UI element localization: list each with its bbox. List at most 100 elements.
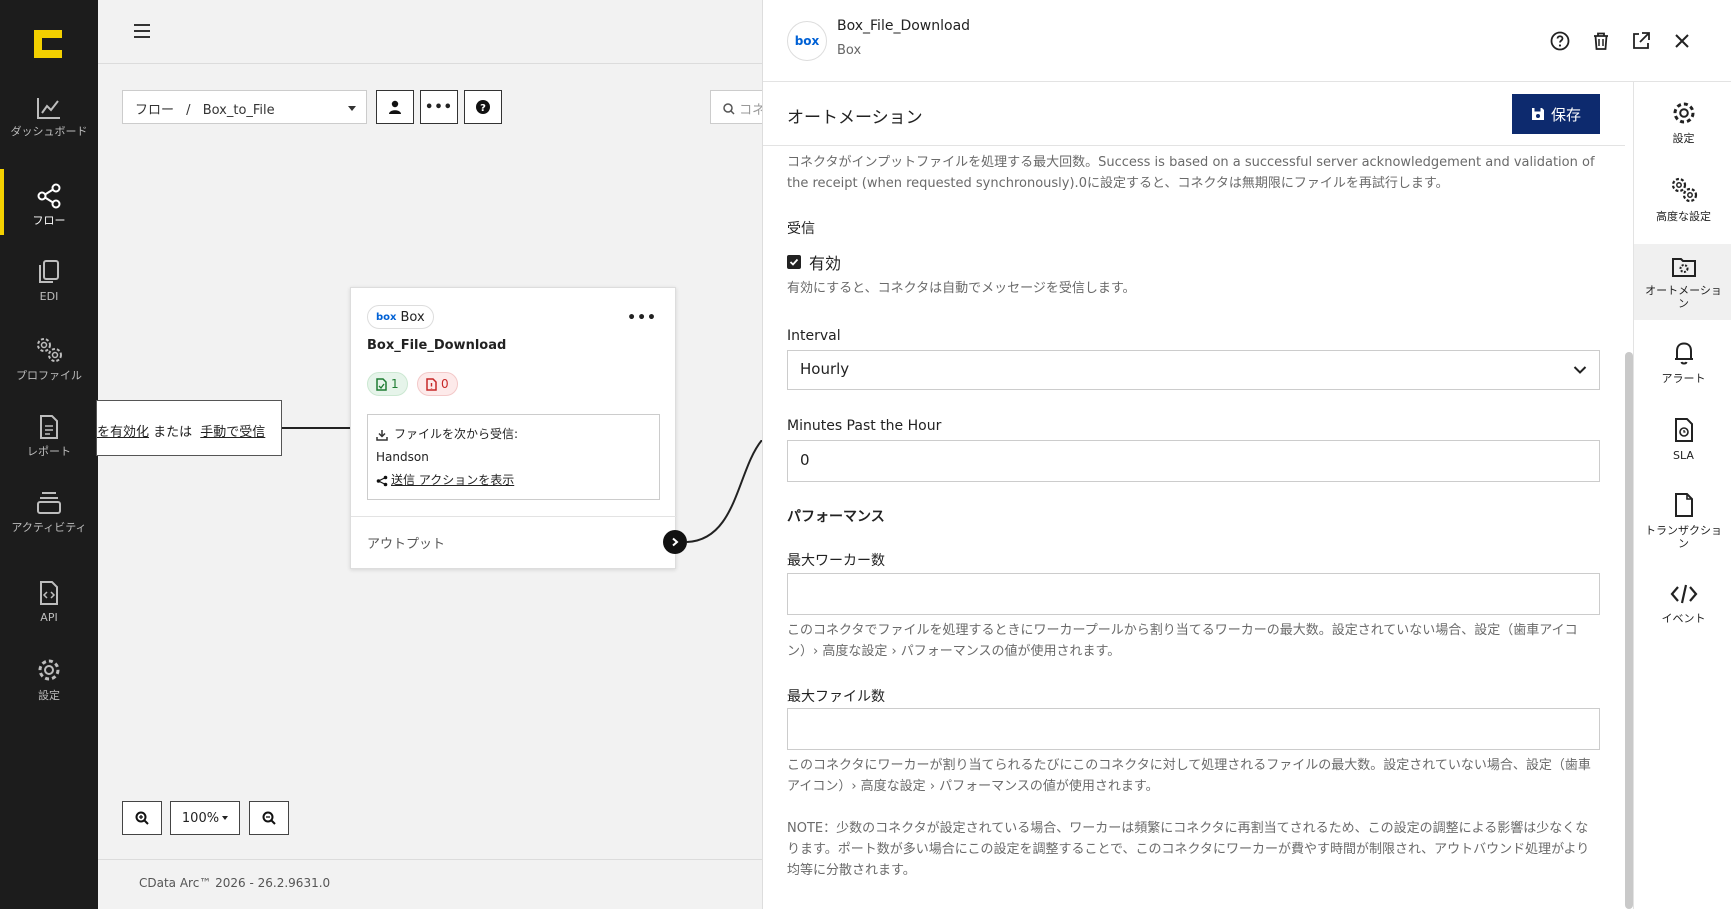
- receive-source: Handson: [376, 450, 429, 464]
- panel-scrollbar[interactable]: [1625, 352, 1633, 909]
- error-count: 0: [441, 377, 449, 391]
- nav-label: ダッシュボード: [10, 125, 88, 138]
- bell-icon: [1674, 342, 1693, 365]
- minutes-input[interactable]: 0: [787, 440, 1600, 482]
- nav-item-flow[interactable]: フロー: [0, 169, 98, 235]
- nav-item-api[interactable]: API: [0, 580, 98, 624]
- success-count-badge[interactable]: 1: [367, 372, 408, 396]
- menu-icon[interactable]: [134, 24, 150, 38]
- user-button[interactable]: [376, 90, 414, 124]
- connector-type-label: Box: [400, 309, 425, 325]
- max-workers-input[interactable]: [787, 573, 1600, 615]
- gear-icon: [1673, 102, 1694, 124]
- manual-receive-link[interactable]: 手動で受信: [200, 425, 265, 440]
- svg-text:?: ?: [480, 103, 486, 114]
- max-files-input[interactable]: [787, 708, 1600, 750]
- cdata-logo: [34, 30, 62, 58]
- left-nav: ダッシュボード フロー EDI プロファイル レポート アクティビティ API …: [0, 0, 98, 909]
- zoom-out-icon: [262, 811, 276, 825]
- receive-help-text: 有効にすると、コネクタは自動でメッセージを受信します。: [787, 281, 1136, 296]
- save-label: 保存: [1550, 106, 1581, 124]
- receive-from-label: ファイルを次から受信:: [394, 427, 519, 441]
- help-circle-icon[interactable]: [1549, 30, 1571, 52]
- chevron-down-icon: [1573, 366, 1587, 374]
- minutes-value: 0: [800, 451, 810, 469]
- node-more-icon[interactable]: •••: [627, 310, 657, 326]
- footer-divider: [98, 859, 762, 860]
- rail-item-alerts[interactable]: アラート: [1634, 340, 1731, 402]
- breadcrumb-current: Box_to_File: [202, 103, 275, 118]
- max-files-label: 最大ファイル数: [787, 689, 885, 705]
- rail-item-events[interactable]: イベント: [1634, 582, 1731, 644]
- zoom-in-button[interactable]: [122, 801, 162, 835]
- save-button[interactable]: 保存: [1512, 94, 1600, 134]
- box-avatar: box: [787, 21, 827, 61]
- retry-help-text: コネクタがインプットファイルを処理する最大回数。Success is based…: [787, 155, 1595, 191]
- receive-trigger-box: を有効化 または 手動で受信: [96, 400, 282, 456]
- file-error-icon: [426, 377, 437, 391]
- zoom-level-dropdown[interactable]: 100%: [170, 801, 240, 835]
- nav-item-dashboard[interactable]: ダッシュボード: [0, 96, 98, 138]
- automation-form: コネクタがインプットファイルを処理する最大回数。Success is based…: [787, 146, 1600, 909]
- code-icon: [1670, 584, 1697, 604]
- breadcrumb-separator: /: [186, 103, 191, 118]
- rail-label: トランザクション: [1645, 524, 1722, 550]
- breadcrumb[interactable]: フロー / Box_to_File: [122, 90, 367, 124]
- max-workers-label: 最大ワーカー数: [787, 553, 885, 569]
- receive-label: 受信: [787, 221, 815, 237]
- more-button[interactable]: •••: [420, 90, 458, 124]
- note-text: NOTE：少数のコネクタが設定されている場合、ワーカーは頻繁にコネクタに再割当て…: [787, 821, 1590, 878]
- rail-item-advanced[interactable]: 高度な設定: [1634, 176, 1731, 238]
- chart-line-icon: [37, 98, 60, 119]
- help-button[interactable]: ?: [464, 90, 502, 124]
- rail-item-transactions[interactable]: トランザクション: [1634, 492, 1731, 564]
- gears-icon: [37, 338, 62, 362]
- max-workers-help-text: このコネクタでファイルを処理するときにワーカープールから割り当てるワーカーの最大…: [787, 623, 1578, 659]
- receive-enabled-checkbox[interactable]: 有効: [787, 250, 841, 274]
- nav-item-settings[interactable]: 設定: [0, 656, 98, 702]
- nav-item-activity[interactable]: アクティビティ: [0, 490, 98, 534]
- flow-canvas: フロー / Box_to_File ••• ? コネ を有効化 または 手動で受…: [96, 0, 770, 909]
- rail-item-automation[interactable]: オートメーション: [1634, 244, 1731, 320]
- enable-link[interactable]: を有効化: [97, 425, 149, 440]
- checkbox-checked-icon: [787, 255, 801, 269]
- connector-panel: box Box_File_Download Box オートメーション 保存 コネ…: [762, 0, 1731, 909]
- nav-label: アクティビティ: [11, 521, 87, 534]
- rail-label: 設定: [1672, 132, 1695, 145]
- panel-header: box Box_File_Download Box: [763, 0, 1731, 82]
- error-count-badge[interactable]: 0: [417, 372, 458, 396]
- nav-label: API: [40, 611, 58, 624]
- report-icon: [40, 415, 58, 439]
- interval-select[interactable]: Hourly: [787, 350, 1600, 390]
- zoom-in-icon: [135, 811, 149, 825]
- file-icon: [1674, 493, 1693, 517]
- documents-icon: [39, 260, 59, 283]
- zoom-out-button[interactable]: [249, 801, 289, 835]
- receive-enabled-label: 有効: [809, 254, 842, 273]
- chevron-down-icon: [348, 106, 356, 111]
- close-icon[interactable]: [1671, 30, 1693, 52]
- breadcrumb-root[interactable]: フロー: [135, 103, 174, 118]
- nav-item-report[interactable]: レポート: [0, 414, 98, 458]
- folder-gear-icon: [1671, 258, 1696, 277]
- download-icon: [376, 429, 388, 441]
- show-send-action-link[interactable]: 送信 アクションを表示: [391, 469, 514, 492]
- output-port[interactable]: [663, 530, 687, 554]
- rail-item-settings[interactable]: 設定: [1634, 100, 1731, 162]
- search-input[interactable]: コネ: [710, 90, 770, 124]
- share-nodes-icon: [37, 183, 61, 209]
- rail-item-sla[interactable]: SLA: [1634, 417, 1731, 479]
- connector-node[interactable]: box Box ••• Box_File_Download 1 0 ファイルを次…: [350, 287, 677, 569]
- file-check-icon: [376, 377, 387, 391]
- nav-item-profile[interactable]: プロファイル: [0, 336, 98, 382]
- interval-value: Hourly: [800, 360, 850, 378]
- share-icon: [376, 475, 388, 486]
- performance-heading: パフォーマンス: [787, 509, 885, 525]
- rail-label: オートメーション: [1645, 284, 1722, 310]
- nav-item-edi[interactable]: EDI: [0, 259, 98, 303]
- top-bar: [98, 0, 762, 64]
- connector-type-tag: box Box: [367, 305, 434, 329]
- rail-label: SLA: [1673, 449, 1694, 462]
- trash-icon[interactable]: [1590, 30, 1612, 52]
- external-link-icon[interactable]: [1630, 30, 1652, 52]
